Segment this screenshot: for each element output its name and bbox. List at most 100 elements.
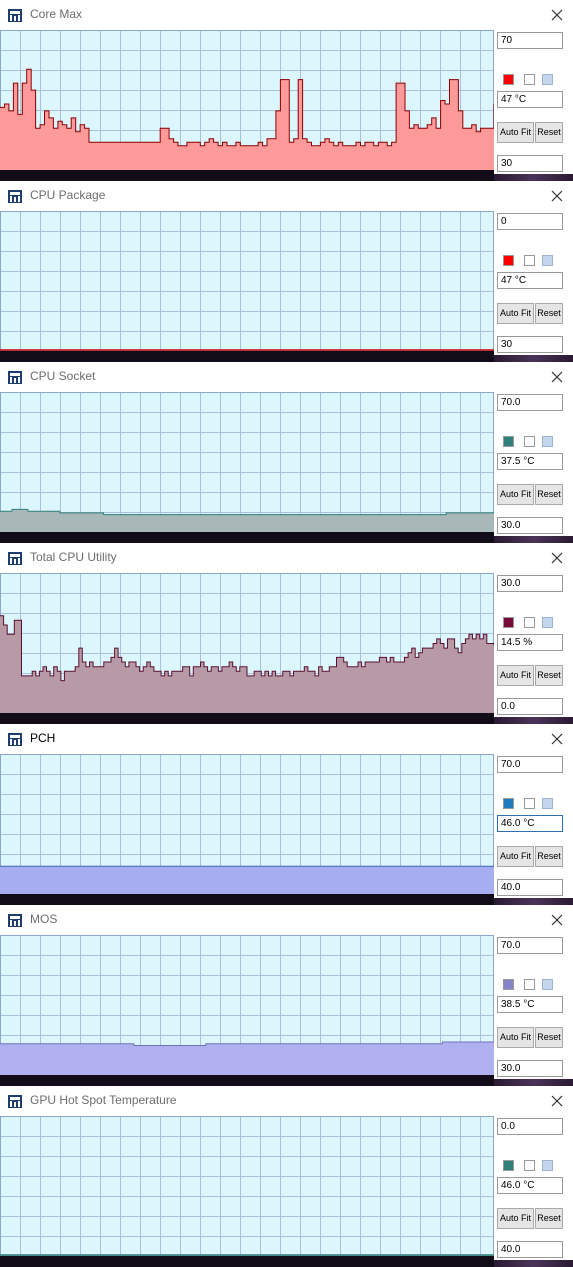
sensor-graph-window: MOS 70.0 38.5 °C Auto Fit Reset 30.0 bbox=[0, 905, 573, 1086]
max-value-field[interactable]: 70.0 bbox=[497, 394, 563, 411]
max-value-field[interactable]: 70.0 bbox=[497, 937, 563, 954]
show-checkbox[interactable] bbox=[524, 74, 535, 85]
show-checkbox[interactable] bbox=[524, 436, 535, 447]
reset-button[interactable]: Reset bbox=[535, 665, 563, 686]
close-icon[interactable] bbox=[546, 729, 568, 749]
show-checkbox[interactable] bbox=[524, 255, 535, 266]
title-bar[interactable]: MOS bbox=[0, 905, 573, 935]
graph-plot-area bbox=[0, 935, 494, 1075]
window-bottom-strip bbox=[494, 355, 573, 362]
title-bar[interactable]: GPU Hot Spot Temperature bbox=[0, 1086, 573, 1116]
close-icon[interactable] bbox=[546, 5, 568, 25]
series-color-swatch[interactable] bbox=[503, 436, 514, 447]
series-area bbox=[0, 1042, 494, 1075]
window-bottom-edge bbox=[0, 170, 494, 181]
plot-border bbox=[0, 1116, 494, 1256]
min-value-field[interactable]: 30 bbox=[497, 336, 563, 353]
show-checkbox[interactable] bbox=[524, 617, 535, 628]
window-bottom-edge bbox=[0, 894, 494, 905]
graph-svg bbox=[0, 754, 494, 894]
series-color-swatch[interactable] bbox=[503, 255, 514, 266]
auto-fit-button[interactable]: Auto Fit bbox=[497, 665, 534, 686]
close-icon[interactable] bbox=[546, 186, 568, 206]
close-icon[interactable] bbox=[546, 367, 568, 387]
sensor-graph-window: GPU Hot Spot Temperature 0.0 46.0 °C Aut… bbox=[0, 1086, 573, 1267]
window-title: PCH bbox=[30, 731, 56, 745]
max-value-field[interactable]: 70 bbox=[497, 32, 563, 49]
window-bottom-strip bbox=[494, 536, 573, 543]
title-bar[interactable]: PCH bbox=[0, 724, 573, 754]
min-value-field[interactable]: 30 bbox=[497, 155, 563, 172]
window-bottom-edge bbox=[0, 1075, 494, 1086]
reset-button[interactable]: Reset bbox=[535, 484, 563, 505]
min-value-field[interactable]: 30.0 bbox=[497, 1060, 563, 1077]
reset-button[interactable]: Reset bbox=[535, 1208, 563, 1229]
options-checkbox[interactable] bbox=[542, 255, 553, 266]
min-value-field[interactable]: 30.0 bbox=[497, 517, 563, 534]
title-bar[interactable]: Total CPU Utility bbox=[0, 543, 573, 573]
sensor-graph-window: CPU Package 0 47 °C Auto Fit Reset 30 bbox=[0, 181, 573, 362]
sensor-graph-window: Total CPU Utility 30.0 14.5 % Auto Fit R… bbox=[0, 543, 573, 724]
window-bottom-edge bbox=[0, 713, 494, 724]
graph-svg bbox=[0, 392, 494, 532]
show-checkbox[interactable] bbox=[524, 798, 535, 809]
current-value-field: 46.0 °C bbox=[497, 1177, 563, 1194]
options-checkbox[interactable] bbox=[542, 798, 553, 809]
graph-side-panel: 70.0 38.5 °C Auto Fit Reset 30.0 bbox=[494, 935, 573, 1079]
show-checkbox[interactable] bbox=[524, 1160, 535, 1171]
title-bar[interactable]: CPU Package bbox=[0, 181, 573, 211]
options-checkbox[interactable] bbox=[542, 74, 553, 85]
graph-side-panel: 70.0 46.0 °C Auto Fit Reset 40.0 bbox=[494, 754, 573, 898]
series-color-swatch[interactable] bbox=[503, 798, 514, 809]
options-checkbox[interactable] bbox=[542, 617, 553, 628]
min-value-field[interactable]: 40.0 bbox=[497, 879, 563, 896]
options-checkbox[interactable] bbox=[542, 979, 553, 990]
min-value-field[interactable]: 40.0 bbox=[497, 1241, 563, 1258]
app-icon bbox=[8, 9, 22, 22]
current-value-field: 46.0 °C bbox=[497, 815, 563, 832]
reset-button[interactable]: Reset bbox=[535, 1027, 563, 1048]
window-bottom-strip bbox=[494, 1260, 573, 1267]
current-value-field: 38.5 °C bbox=[497, 996, 563, 1013]
series-color-swatch[interactable] bbox=[503, 1160, 514, 1171]
series-color-swatch[interactable] bbox=[503, 617, 514, 628]
max-value-field[interactable]: 0 bbox=[497, 213, 563, 230]
reset-button[interactable]: Reset bbox=[535, 846, 563, 867]
series-color-swatch[interactable] bbox=[503, 74, 514, 85]
auto-fit-button[interactable]: Auto Fit bbox=[497, 1208, 534, 1229]
graph-svg bbox=[0, 573, 494, 713]
title-bar[interactable]: CPU Socket bbox=[0, 362, 573, 392]
graph-plot-area bbox=[0, 211, 494, 351]
series-area bbox=[0, 69, 494, 170]
auto-fit-button[interactable]: Auto Fit bbox=[497, 122, 534, 143]
reset-button[interactable]: Reset bbox=[535, 303, 563, 324]
max-value-field[interactable]: 70.0 bbox=[497, 756, 563, 773]
auto-fit-button[interactable]: Auto Fit bbox=[497, 484, 534, 505]
options-checkbox[interactable] bbox=[542, 1160, 553, 1171]
auto-fit-button[interactable]: Auto Fit bbox=[497, 1027, 534, 1048]
graph-plot-area bbox=[0, 392, 494, 532]
auto-fit-button[interactable]: Auto Fit bbox=[497, 846, 534, 867]
window-bottom-edge bbox=[0, 1256, 494, 1267]
auto-fit-button[interactable]: Auto Fit bbox=[497, 303, 534, 324]
close-icon[interactable] bbox=[546, 910, 568, 930]
options-checkbox[interactable] bbox=[542, 436, 553, 447]
graph-plot-area bbox=[0, 754, 494, 894]
window-title: CPU Package bbox=[30, 188, 106, 202]
min-value-field[interactable]: 0.0 bbox=[497, 698, 563, 715]
title-bar[interactable]: Core Max bbox=[0, 0, 573, 30]
close-icon[interactable] bbox=[546, 548, 568, 568]
max-value-field[interactable]: 0.0 bbox=[497, 1118, 563, 1135]
max-value-field[interactable]: 30.0 bbox=[497, 575, 563, 592]
show-checkbox[interactable] bbox=[524, 979, 535, 990]
close-icon[interactable] bbox=[546, 1091, 568, 1111]
graph-svg bbox=[0, 935, 494, 1075]
reset-button[interactable]: Reset bbox=[535, 122, 563, 143]
graph-plot-area bbox=[0, 573, 494, 713]
window-bottom-strip bbox=[494, 174, 573, 181]
window-bottom-strip bbox=[494, 1079, 573, 1086]
plot-border bbox=[0, 392, 494, 532]
graph-side-panel: 70 47 °C Auto Fit Reset 30 bbox=[494, 30, 573, 174]
series-color-swatch[interactable] bbox=[503, 979, 514, 990]
window-bottom-strip bbox=[494, 717, 573, 724]
